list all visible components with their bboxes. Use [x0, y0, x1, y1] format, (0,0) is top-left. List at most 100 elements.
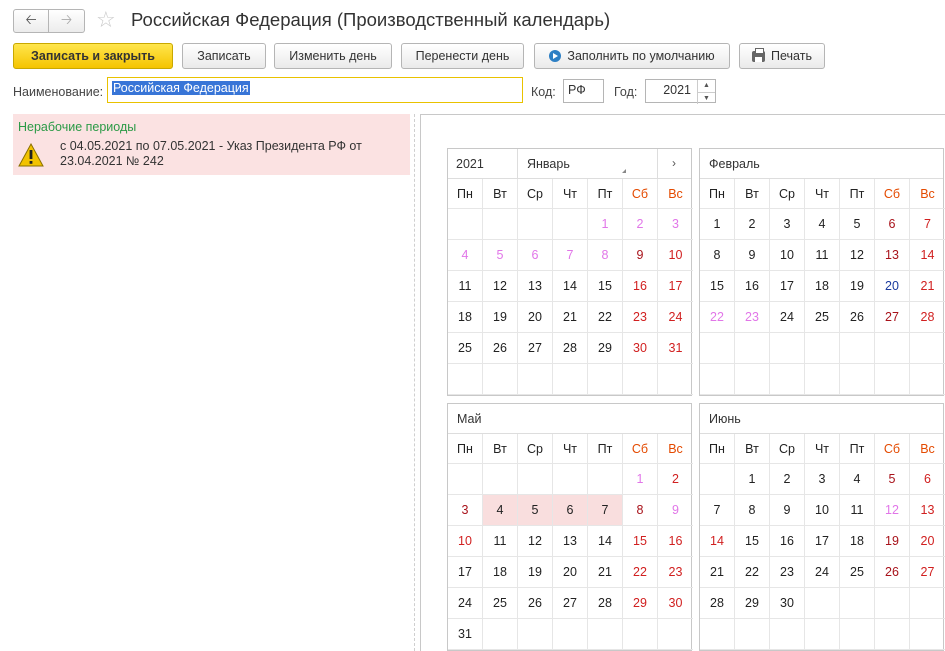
day-cell[interactable]: 28	[700, 588, 735, 619]
day-cell[interactable]: 11	[448, 271, 483, 302]
day-cell[interactable]: 14	[700, 526, 735, 557]
day-cell[interactable]: 18	[483, 557, 518, 588]
day-cell[interactable]: 7	[700, 495, 735, 526]
name-input[interactable]: Российская Федерация	[107, 77, 523, 103]
day-cell[interactable]: 10	[770, 240, 805, 271]
day-cell[interactable]: 22	[588, 302, 623, 333]
day-cell[interactable]: 17	[805, 526, 840, 557]
year-spinner[interactable]: ▲ ▼	[697, 80, 715, 104]
day-cell[interactable]: 16	[623, 271, 658, 302]
day-cell[interactable]: 23	[658, 557, 693, 588]
day-cell[interactable]: 1	[735, 464, 770, 495]
day-cell[interactable]: 8	[700, 240, 735, 271]
day-cell[interactable]: 15	[700, 271, 735, 302]
day-cell[interactable]: 22	[700, 302, 735, 333]
day-cell[interactable]: 10	[658, 240, 693, 271]
day-cell[interactable]: 4	[483, 495, 518, 526]
day-cell[interactable]: 5	[875, 464, 910, 495]
day-cell[interactable]: 31	[658, 333, 693, 364]
calendar-year[interactable]: 2021	[456, 157, 484, 171]
day-cell[interactable]: 21	[700, 557, 735, 588]
day-cell[interactable]: 1	[700, 209, 735, 240]
day-cell[interactable]: 25	[483, 588, 518, 619]
day-cell[interactable]: 11	[805, 240, 840, 271]
day-cell[interactable]: 30	[623, 333, 658, 364]
day-cell[interactable]: 3	[770, 209, 805, 240]
day-cell[interactable]: 7	[553, 240, 588, 271]
month-name[interactable]: Январь	[527, 157, 570, 171]
day-cell[interactable]: 22	[735, 557, 770, 588]
day-cell[interactable]: 5	[518, 495, 553, 526]
day-cell[interactable]: 21	[910, 271, 945, 302]
day-cell[interactable]: 22	[623, 557, 658, 588]
day-cell[interactable]: 19	[518, 557, 553, 588]
change-day-button[interactable]: Изменить день	[274, 43, 392, 69]
day-cell[interactable]: 13	[910, 495, 945, 526]
day-cell[interactable]: 9	[623, 240, 658, 271]
day-cell[interactable]: 2	[658, 464, 693, 495]
day-cell[interactable]: 15	[623, 526, 658, 557]
day-cell[interactable]: 12	[875, 495, 910, 526]
day-cell[interactable]: 3	[448, 495, 483, 526]
forward-button[interactable]: 🡢	[49, 9, 85, 33]
day-cell[interactable]: 12	[840, 240, 875, 271]
day-cell[interactable]: 28	[553, 333, 588, 364]
day-cell[interactable]: 13	[553, 526, 588, 557]
day-cell[interactable]: 9	[658, 495, 693, 526]
nonwork-text[interactable]: с 04.05.2021 по 07.05.2021 - Указ Презид…	[60, 139, 400, 169]
day-cell[interactable]: 14	[910, 240, 945, 271]
back-button[interactable]: 🡠	[13, 9, 49, 33]
day-cell[interactable]: 30	[658, 588, 693, 619]
day-cell[interactable]: 16	[658, 526, 693, 557]
day-cell[interactable]: 26	[875, 557, 910, 588]
day-cell[interactable]: 29	[588, 333, 623, 364]
day-cell[interactable]: 7	[588, 495, 623, 526]
spin-up-icon[interactable]: ▲	[698, 80, 715, 93]
day-cell[interactable]: 6	[553, 495, 588, 526]
day-cell[interactable]: 17	[448, 557, 483, 588]
day-cell[interactable]: 8	[735, 495, 770, 526]
code-input[interactable]: РФ	[563, 79, 604, 103]
day-cell[interactable]: 28	[588, 588, 623, 619]
day-cell[interactable]: 29	[623, 588, 658, 619]
day-cell[interactable]: 13	[518, 271, 553, 302]
day-cell[interactable]: 4	[840, 464, 875, 495]
next-month-icon[interactable]: ›	[672, 156, 676, 170]
day-cell[interactable]: 24	[448, 588, 483, 619]
day-cell[interactable]: 25	[840, 557, 875, 588]
day-cell[interactable]: 24	[805, 557, 840, 588]
day-cell[interactable]: 12	[518, 526, 553, 557]
day-cell[interactable]: 26	[840, 302, 875, 333]
day-cell[interactable]: 28	[910, 302, 945, 333]
day-cell[interactable]: 19	[483, 302, 518, 333]
day-cell[interactable]: 27	[875, 302, 910, 333]
day-cell[interactable]: 3	[658, 209, 693, 240]
splitter[interactable]	[414, 114, 415, 651]
day-cell[interactable]: 11	[483, 526, 518, 557]
day-cell[interactable]: 24	[658, 302, 693, 333]
spin-down-icon[interactable]: ▼	[698, 93, 715, 105]
day-cell[interactable]: 25	[448, 333, 483, 364]
day-cell[interactable]: 20	[875, 271, 910, 302]
day-cell[interactable]: 20	[910, 526, 945, 557]
day-cell[interactable]: 23	[623, 302, 658, 333]
day-cell[interactable]: 2	[770, 464, 805, 495]
day-cell[interactable]: 5	[483, 240, 518, 271]
day-cell[interactable]: 25	[805, 302, 840, 333]
day-cell[interactable]: 18	[805, 271, 840, 302]
move-day-button[interactable]: Перенести день	[401, 43, 524, 69]
day-cell[interactable]: 29	[735, 588, 770, 619]
day-cell[interactable]: 14	[553, 271, 588, 302]
day-cell[interactable]: 7	[910, 209, 945, 240]
day-cell[interactable]: 15	[588, 271, 623, 302]
day-cell[interactable]: 8	[623, 495, 658, 526]
day-cell[interactable]: 27	[910, 557, 945, 588]
day-cell[interactable]: 16	[735, 271, 770, 302]
day-cell[interactable]: 5	[840, 209, 875, 240]
day-cell[interactable]: 8	[588, 240, 623, 271]
day-cell[interactable]: 10	[805, 495, 840, 526]
save-button[interactable]: Записать	[182, 43, 266, 69]
day-cell[interactable]: 6	[875, 209, 910, 240]
day-cell[interactable]: 14	[588, 526, 623, 557]
day-cell[interactable]: 6	[910, 464, 945, 495]
